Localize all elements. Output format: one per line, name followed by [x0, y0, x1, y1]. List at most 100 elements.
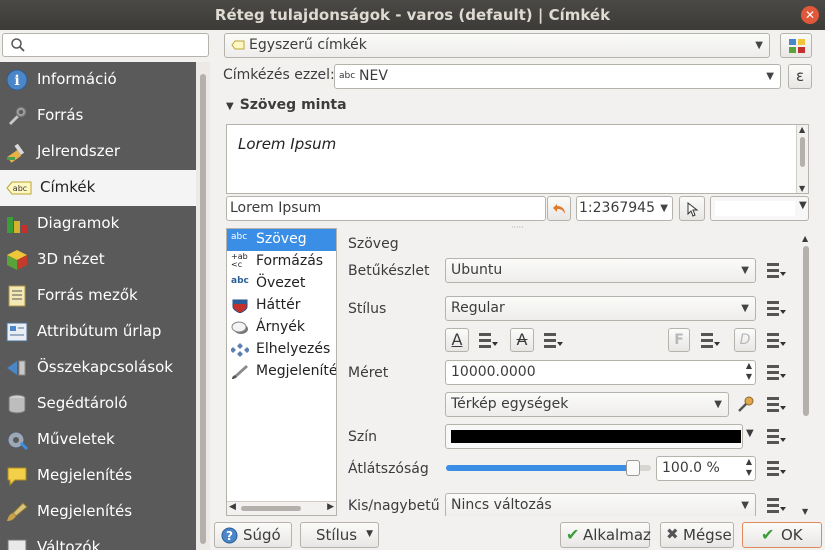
help-button[interactable]: ? Súgó — [214, 522, 292, 548]
map-scale-button[interactable] — [679, 196, 705, 221]
sidebar-item-display[interactable]: Megjelenítés — [0, 458, 196, 494]
case-combo[interactable]: Nincs változás ▼ — [445, 493, 756, 516]
data-defined-override-button[interactable] — [766, 394, 788, 416]
tab-placement[interactable]: Elhelyezés — [227, 339, 336, 361]
tab-rendering[interactable]: Megjelenítés — [227, 361, 336, 383]
scale-combo[interactable]: 1:2367945 ▼ — [576, 196, 673, 221]
bold-button[interactable]: F — [668, 328, 690, 352]
font-combo[interactable]: Ubuntu ▼ — [445, 258, 756, 283]
background-color-button[interactable] — [710, 196, 809, 221]
search-input[interactable] — [2, 33, 209, 57]
underline-button[interactable]: A — [445, 328, 469, 352]
shadow-icon — [231, 321, 248, 334]
expression-button[interactable]: ε — [788, 64, 812, 89]
size-spinbox[interactable]: 10000.0000 ▲ ▼ — [445, 360, 756, 385]
sidebar-item-source-fields[interactable]: Forrás mezők — [0, 278, 196, 314]
spin-up-icon[interactable]: ▲ — [746, 361, 752, 370]
sidebar: i Információ Forrás Jelrendszer abc Címk… — [0, 30, 210, 550]
unit-combo[interactable]: Térkép egységek ▼ — [445, 392, 729, 417]
sidebar-item-diagrams[interactable]: Diagramok — [0, 206, 196, 242]
sidebar-item-variables[interactable]: Változók — [0, 530, 196, 550]
sidebar-item-labels[interactable]: abc Címkék — [0, 170, 196, 206]
sidebar-item-source[interactable]: Forrás — [0, 98, 196, 134]
apply-button[interactable]: ✔ Alkalmaz — [560, 522, 651, 548]
label-with-field[interactable]: abc NEV ▼ — [334, 64, 781, 89]
data-defined-override-button[interactable] — [700, 330, 722, 352]
case-label: Kis/nagybetű — [348, 498, 440, 514]
sidebar-item-actions[interactable]: Műveletek — [0, 422, 196, 458]
italic-button[interactable]: D — [734, 328, 756, 352]
ok-button[interactable]: ✔ OK — [742, 522, 822, 548]
tabs-scrollbar-thumb[interactable] — [241, 506, 301, 511]
window-titlebar: Réteg tulajdonságok - varos (default) | … — [0, 0, 825, 30]
close-icon[interactable]: ✕ — [801, 6, 819, 24]
spin-up-icon[interactable]: ▲ — [746, 457, 752, 466]
tab-background[interactable]: Háttér — [227, 295, 336, 317]
scroll-up-icon[interactable]: ▲ — [799, 125, 805, 134]
data-defined-icon — [767, 263, 786, 278]
opacity-spinbox[interactable]: 100.0 % ▲ ▼ — [656, 456, 756, 481]
sidebar-item-rendering[interactable]: Megjelenítés — [0, 494, 196, 530]
tab-buffer[interactable]: abc Övezet — [227, 273, 336, 295]
scroll-up-icon[interactable]: ▲ — [802, 234, 808, 243]
svg-text:?: ? — [226, 529, 233, 543]
sidebar-item-attribute-form[interactable]: Attribútum űrlap — [0, 314, 196, 350]
cancel-button[interactable]: ✖ Mégse — [660, 522, 734, 548]
actions-icon — [7, 431, 29, 451]
sidebar-item-symbology[interactable]: Jelrendszer — [0, 134, 196, 170]
data-defined-override-button[interactable] — [478, 330, 500, 352]
text-sample-header[interactable]: ▼ Szöveg minta — [226, 97, 347, 113]
tab-text[interactable]: abc Szöveg — [227, 229, 336, 251]
settings-scrollbar[interactable]: ▲ ▼ — [800, 234, 812, 516]
settings-scrollbar-thumb[interactable] — [803, 246, 809, 416]
chevron-down-icon[interactable]: ▼ — [746, 428, 754, 439]
scroll-down-icon[interactable]: ▼ — [799, 184, 805, 193]
opacity-slider[interactable] — [446, 460, 651, 476]
window-title: Réteg tulajdonságok - varos (default) | … — [214, 6, 611, 24]
label-mode-combo[interactable]: Egyszerű címkék ▼ — [224, 33, 770, 58]
data-defined-override-button[interactable] — [766, 362, 788, 384]
spin-down-icon[interactable]: ▼ — [746, 372, 752, 381]
scroll-right-icon[interactable]: ▶ — [327, 502, 334, 512]
chevron-down-icon: ▼ — [714, 399, 722, 410]
preview-scrollbar-thumb[interactable] — [800, 137, 805, 167]
scroll-left-icon[interactable]: ◀ — [229, 502, 236, 512]
sidebar-scrollbar[interactable] — [196, 62, 210, 550]
label-with-caption: Címkézés ezzel: — [223, 67, 335, 83]
preview-scrollbar[interactable]: ▲ ▼ — [796, 125, 808, 193]
tab-shadow[interactable]: Árnyék — [227, 317, 336, 339]
placement-icon — [231, 343, 249, 357]
sidebar-item-joins[interactable]: Összekapcsolások — [0, 350, 196, 386]
check-icon: ✔ — [761, 525, 775, 544]
data-defined-icon — [767, 498, 786, 513]
spin-down-icon[interactable]: ▼ — [746, 468, 752, 477]
tab-formatting[interactable]: +ab <c Formázás — [227, 251, 336, 273]
data-defined-override-button[interactable] — [766, 458, 788, 480]
data-defined-override-button[interactable] — [766, 495, 788, 516]
style-menu-button[interactable]: Stílus ▼ — [300, 522, 379, 548]
data-defined-override-button[interactable] — [766, 298, 788, 320]
sidebar-item-auxiliary-storage[interactable]: Segédtároló — [0, 386, 196, 422]
unit-settings-button[interactable] — [736, 394, 758, 416]
strikeout-button[interactable]: A — [510, 328, 534, 352]
reset-sample-button[interactable] — [547, 196, 571, 221]
labels-icon: abc — [6, 181, 32, 195]
data-defined-icon — [767, 301, 786, 316]
data-defined-override-button[interactable] — [766, 330, 788, 352]
data-defined-override-button[interactable] — [766, 260, 788, 282]
rule-settings-button[interactable] — [780, 33, 812, 58]
data-defined-override-button[interactable] — [766, 426, 788, 448]
search-icon — [11, 38, 25, 52]
sidebar-item-3d-view[interactable]: 3D nézet — [0, 242, 196, 278]
pan-cursor-icon — [687, 201, 699, 217]
opacity-slider-handle[interactable] — [626, 460, 640, 476]
tabs-horizontal-scrollbar[interactable]: ◀ ▶ — [227, 501, 336, 515]
color-button[interactable] — [445, 424, 743, 449]
style-combo[interactable]: Regular ▼ — [445, 296, 756, 321]
data-defined-override-button[interactable] — [543, 330, 565, 352]
scroll-down-icon[interactable]: ▼ — [802, 507, 808, 516]
sample-text-input[interactable]: Lorem Ipsum — [226, 196, 546, 221]
sidebar-scrollbar-thumb[interactable] — [200, 74, 206, 544]
sidebar-item-information[interactable]: i Információ — [0, 62, 196, 98]
chevron-down-icon[interactable]: ▼ — [799, 200, 807, 211]
